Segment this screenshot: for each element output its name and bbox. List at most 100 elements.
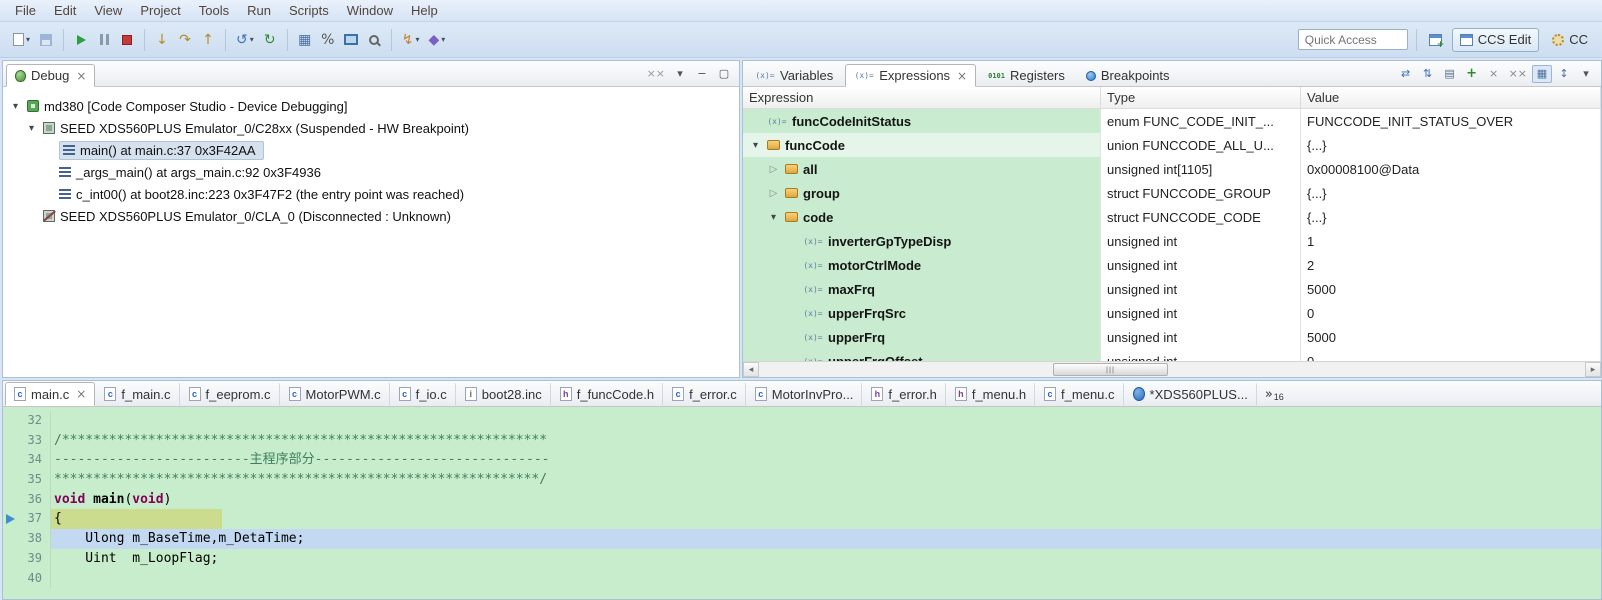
breakpoint-margin[interactable] xyxy=(3,411,19,431)
code-line[interactable]: 32 xyxy=(3,411,1601,431)
horizontal-scrollbar[interactable]: ◂ ▸ xyxy=(743,361,1601,377)
expression-row[interactable]: ▷allunsigned int[1105]0x00008100@Data xyxy=(743,157,1601,181)
breakpoint-margin[interactable] xyxy=(3,569,19,589)
menu-run[interactable]: Run xyxy=(238,1,280,20)
expression-row[interactable]: (x)=inverterGpTypeDispunsigned int1 xyxy=(743,229,1601,253)
zoom-button[interactable] xyxy=(363,28,385,52)
quick-access-input[interactable] xyxy=(1298,29,1408,50)
restart-button[interactable]: ↻ xyxy=(259,28,281,52)
tab-debug[interactable]: Debug × xyxy=(6,64,95,87)
show-details-pane-button[interactable]: ▦ xyxy=(1532,65,1552,83)
close-icon[interactable]: × xyxy=(957,69,967,83)
tab-expressions[interactable]: (x)=Expressions× xyxy=(845,64,976,87)
remove-all-expressions-button[interactable]: ×× xyxy=(1506,65,1530,83)
expression-row[interactable]: (x)=upperFrqunsigned int5000 xyxy=(743,325,1601,349)
memory-view-button[interactable]: ▦ xyxy=(294,28,316,52)
scroll-right-button[interactable]: ▸ xyxy=(1585,362,1601,377)
tab-overflow-indicator[interactable]: »16 xyxy=(1265,387,1284,406)
scrollbar-thumb[interactable] xyxy=(1053,363,1168,376)
code-line[interactable]: 40 xyxy=(3,569,1601,589)
tab-registers[interactable]: 0101Registers xyxy=(979,64,1074,87)
breakpoint-margin[interactable] xyxy=(3,529,19,549)
code-line[interactable]: 39 Uint m_LoopFlag; xyxy=(3,549,1601,569)
debug-tree-item[interactable]: _args_main() at args_main.c:92 0x3F4936 xyxy=(3,161,739,183)
step-return-button[interactable]: ↑ xyxy=(197,28,219,52)
maximize-button[interactable]: ▢ xyxy=(714,65,734,83)
breakpoint-margin[interactable] xyxy=(3,490,19,510)
menu-view[interactable]: View xyxy=(85,1,131,20)
tree-collapse-arrow-icon[interactable]: ▾ xyxy=(25,123,38,134)
save-button[interactable] xyxy=(35,28,57,52)
expression-row[interactable]: (x)=funcCodeInitStatusenum FUNC_CODE_INI… xyxy=(743,109,1601,133)
remove-all-terminated-button[interactable]: ×× xyxy=(644,65,668,83)
tree-collapse-arrow-icon[interactable]: ▾ xyxy=(9,101,22,112)
flash-button[interactable]: ↯▾ xyxy=(398,28,424,52)
editor-tab-f-main-c[interactable]: cf_main.c xyxy=(95,382,179,406)
breakpoint-margin[interactable] xyxy=(3,431,19,451)
profile-button[interactable]: % xyxy=(317,28,339,52)
code-line[interactable]: 36void main(void) xyxy=(3,490,1601,510)
view-menu-button[interactable]: ▾ xyxy=(670,65,690,83)
breakpoint-margin[interactable] xyxy=(3,470,19,490)
editor-tab-f-funccode-h[interactable]: hf_funcCode.h xyxy=(551,382,663,406)
editor-tab-motorinvpro-[interactable]: cMotorInvPro... xyxy=(746,382,863,406)
code-editor[interactable]: 3233/***********************************… xyxy=(3,407,1601,599)
add-expression-button[interactable]: + xyxy=(1462,65,1482,83)
step-over-button[interactable]: ↷ xyxy=(174,28,196,52)
editor-tab-boot28-inc[interactable]: iboot28.inc xyxy=(456,382,551,406)
close-icon[interactable]: × xyxy=(76,387,86,401)
editor-tab-main-c[interactable]: cmain.c× xyxy=(5,382,95,406)
expression-row[interactable]: (x)=motorCtrlModeunsigned int2 xyxy=(743,253,1601,277)
scroll-left-button[interactable]: ◂ xyxy=(743,362,759,377)
expression-row[interactable]: ▾funcCodeunion FUNCCODE_ALL_U...{...} xyxy=(743,133,1601,157)
breakpoint-margin[interactable] xyxy=(3,509,19,529)
menu-edit[interactable]: Edit xyxy=(45,1,85,20)
expression-row[interactable]: ▾codestruct FUNCCODE_CODE{...} xyxy=(743,205,1601,229)
close-icon[interactable]: × xyxy=(76,69,86,83)
expression-row[interactable]: (x)=maxFrqunsigned int5000 xyxy=(743,277,1601,301)
editor-tab-f-menu-h[interactable]: hf_menu.h xyxy=(946,382,1035,406)
expression-row[interactable]: (x)=upperFrqOffsetunsigned int0 xyxy=(743,349,1601,361)
column-header-value[interactable]: Value xyxy=(1301,87,1601,108)
perspective-ccs-debug-button-clipped[interactable]: CC xyxy=(1544,28,1596,52)
tab-breakpoints[interactable]: Breakpoints xyxy=(1077,64,1179,87)
code-line[interactable]: 34-------------------------主程序部分--------… xyxy=(3,450,1601,470)
reset-cpu-button[interactable]: ↺▾ xyxy=(232,28,258,52)
open-perspective-button[interactable] xyxy=(1425,28,1447,52)
tree-expand-arrow-icon[interactable]: ▷ xyxy=(767,188,780,199)
debug-tree-item[interactable]: ▾md380 [Code Composer Studio - Device De… xyxy=(3,95,739,117)
editor-tab-f-error-h[interactable]: hf_error.h xyxy=(862,382,945,406)
menu-project[interactable]: Project xyxy=(131,1,189,20)
import-export-button[interactable]: ⇅ xyxy=(1418,65,1438,83)
breakpoint-margin[interactable] xyxy=(3,450,19,470)
show-type-names-button[interactable]: ⇄ xyxy=(1396,65,1416,83)
editor-tab-f-menu-c[interactable]: cf_menu.c xyxy=(1035,382,1123,406)
editor-tab-f-io-c[interactable]: cf_io.c xyxy=(390,382,456,406)
code-line[interactable]: 37{ xyxy=(3,509,1601,529)
remove-expression-button[interactable]: × xyxy=(1484,65,1504,83)
debug-tree-item[interactable]: main() at main.c:37 0x3F42AA xyxy=(3,139,739,161)
menu-file[interactable]: File xyxy=(6,1,45,20)
editor-tab--xds560plus-[interactable]: *XDS560PLUS... xyxy=(1124,382,1257,406)
tree-expand-arrow-icon[interactable]: ▷ xyxy=(767,164,780,175)
breakpoint-margin[interactable] xyxy=(3,549,19,569)
expression-row[interactable]: (x)=upperFrqSrcunsigned int0 xyxy=(743,301,1601,325)
menu-scripts[interactable]: Scripts xyxy=(280,1,338,20)
tree-collapse-arrow-icon[interactable]: ▾ xyxy=(767,212,780,223)
menu-help[interactable]: Help xyxy=(402,1,447,20)
resume-button[interactable] xyxy=(70,28,92,52)
step-into-button[interactable]: ↓ xyxy=(151,28,173,52)
tools-button[interactable]: ◆▾ xyxy=(425,28,450,52)
code-line[interactable]: 33/*************************************… xyxy=(3,431,1601,451)
screen-capture-button[interactable] xyxy=(340,28,362,52)
column-header-expression[interactable]: Expression xyxy=(743,87,1101,108)
collapse-all-button[interactable]: ▤ xyxy=(1440,65,1460,83)
suspend-button[interactable] xyxy=(93,28,115,52)
debug-tree-item[interactable]: ▾SEED XDS560PLUS Emulator_0/C28xx (Suspe… xyxy=(3,117,739,139)
perspective-ccs-edit-button[interactable]: CCS Edit xyxy=(1452,28,1539,52)
tab-variables[interactable]: (x)=Variables xyxy=(746,64,842,87)
code-line[interactable]: 35**************************************… xyxy=(3,470,1601,490)
minimize-button[interactable]: − xyxy=(692,65,712,83)
view-menu-button[interactable]: ▾ xyxy=(1576,65,1596,83)
column-header-type[interactable]: Type xyxy=(1101,87,1301,108)
